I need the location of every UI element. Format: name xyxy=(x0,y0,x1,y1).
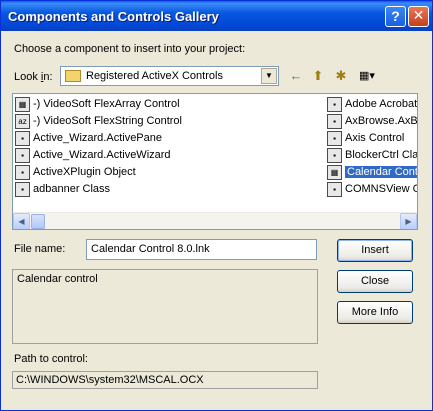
title-bar[interactable]: Components and Controls Gallery ? ✕ xyxy=(1,1,432,31)
look-in-value: Registered ActiveX Controls xyxy=(86,70,223,82)
calendar-icon: ▦ xyxy=(327,165,342,180)
control-icon: ▪ xyxy=(15,148,30,163)
new-folder-icon[interactable]: ✱ xyxy=(331,67,351,85)
close-window-button[interactable]: ✕ xyxy=(408,6,429,27)
file-name-label: File name: xyxy=(14,243,66,255)
control-icon: ▪ xyxy=(327,148,342,163)
more-info-button[interactable]: More Info xyxy=(337,301,413,324)
list-item[interactable]: ▪ BlockerCtrl Cla xyxy=(327,147,417,164)
list-item[interactable]: ▦ -) VideoSoft FlexArray Control xyxy=(15,96,325,113)
look-in-label: Look in: xyxy=(14,71,53,83)
insert-button[interactable]: Insert xyxy=(337,239,413,262)
list-item[interactable]: ▪ Adobe Acrobat xyxy=(327,96,417,113)
component-list[interactable]: ▦ -) VideoSoft FlexArray Control az -) Vid… xyxy=(12,93,418,230)
up-folder-icon[interactable]: ⬆ xyxy=(308,67,328,85)
close-button[interactable]: Close xyxy=(337,270,413,293)
list-item[interactable]: ▪ Active_Wizard.ActiveWizard xyxy=(15,147,325,164)
control-icon: ▪ xyxy=(327,97,342,112)
list-column-2: ▪ Adobe Acrobat ▪ AxBrowse.AxBr ▪ Axis Cont… xyxy=(327,96,417,198)
path-label: Path to control: xyxy=(14,353,88,365)
chevron-down-icon[interactable]: ▼ xyxy=(261,68,277,84)
az-icon: az xyxy=(15,114,30,129)
back-icon[interactable]: ← xyxy=(286,67,306,85)
control-icon: ▪ xyxy=(327,182,342,197)
control-icon: ▪ xyxy=(327,131,342,146)
look-in-dropdown[interactable]: Registered ActiveX Controls ▼ xyxy=(60,66,279,86)
control-icon: ▪ xyxy=(327,114,342,129)
scroll-thumb[interactable] xyxy=(31,214,45,229)
window-title: Components and Controls Gallery xyxy=(8,9,219,24)
prompt-text: Choose a component to insert into your p… xyxy=(14,43,246,55)
list-item[interactable]: ▪ adbanner Class xyxy=(15,181,325,198)
scroll-right-icon[interactable]: ▶ xyxy=(400,213,417,229)
control-icon: ▪ xyxy=(15,165,30,180)
grid-icon: ▦ xyxy=(15,97,30,112)
description-box: Calendar control xyxy=(12,269,318,344)
view-menu-icon[interactable]: ▦▾ xyxy=(354,67,380,85)
horizontal-scrollbar[interactable]: ◀ ▶ xyxy=(13,212,417,229)
list-item[interactable]: ▪ Active_Wizard.ActivePane xyxy=(15,130,325,147)
help-button[interactable]: ? xyxy=(385,6,406,27)
list-item[interactable]: ▪ AxBrowse.AxBr xyxy=(327,113,417,130)
path-value: C:\WINDOWS\system32\MSCAL.OCX xyxy=(12,371,318,389)
list-column-1: ▦ -) VideoSoft FlexArray Control az -) Vid… xyxy=(15,96,325,198)
list-item-selected[interactable]: ▦ Calendar Contr xyxy=(327,164,417,181)
control-icon: ▪ xyxy=(15,182,30,197)
scroll-left-icon[interactable]: ◀ xyxy=(13,213,30,229)
list-item[interactable]: az -) VideoSoft FlexString Control xyxy=(15,113,325,130)
list-item[interactable]: ▪ COMNSView Cl xyxy=(327,181,417,198)
components-gallery-dialog: Components and Controls Gallery ? ✕ Choo… xyxy=(0,0,433,411)
list-item[interactable]: ▪ ActiveXPlugin Object xyxy=(15,164,325,181)
file-name-input[interactable]: Calendar Control 8.0.lnk xyxy=(86,239,317,260)
folder-icon xyxy=(65,70,81,82)
list-item[interactable]: ▪ Axis Control xyxy=(327,130,417,147)
control-icon: ▪ xyxy=(15,131,30,146)
